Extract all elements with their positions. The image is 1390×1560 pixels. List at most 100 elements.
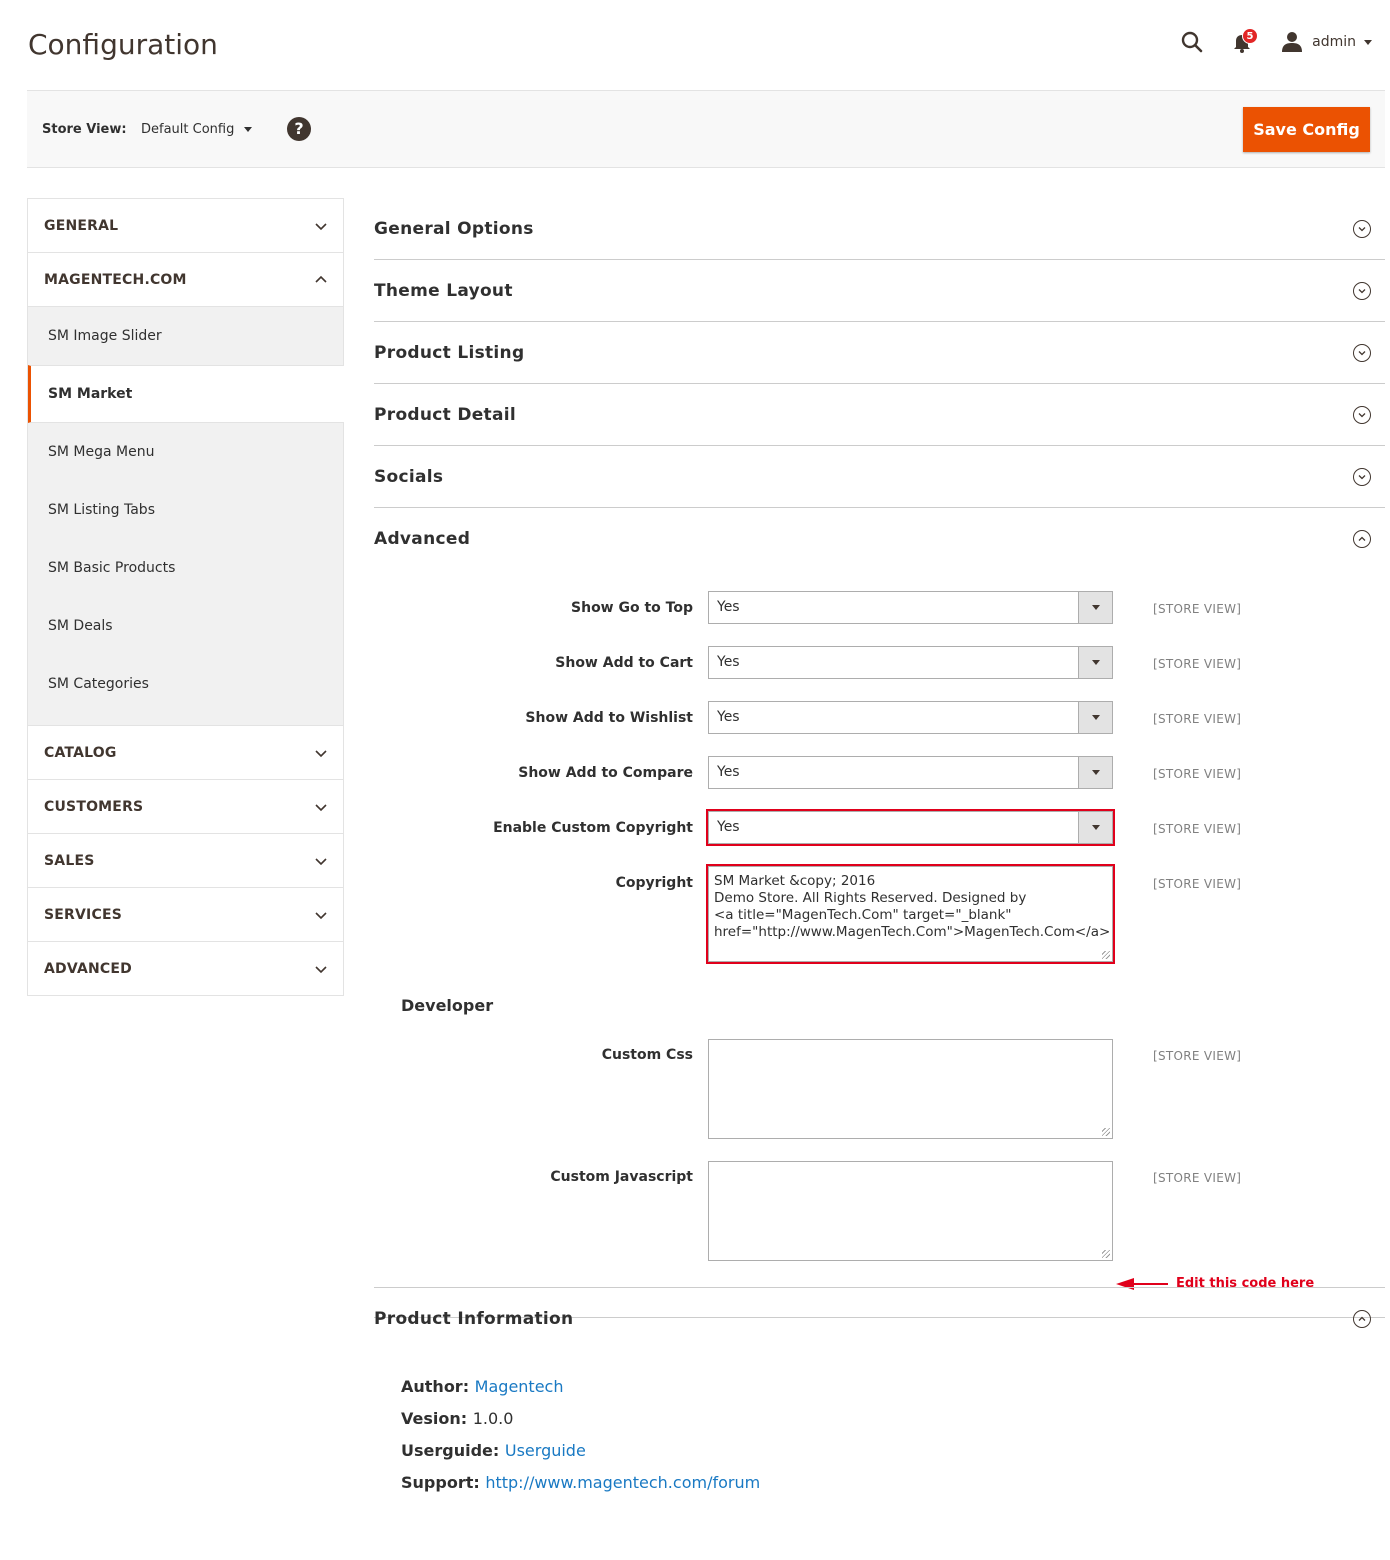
chevron-down-icon (315, 222, 327, 230)
sidebar-section-label: CUSTOMERS (44, 798, 144, 815)
expand-icon (1353, 219, 1371, 238)
sidebar-item-sm-market[interactable]: SM Market (28, 365, 344, 423)
info-userguide: Userguide: Userguide (401, 1440, 760, 1472)
field-label: Show Add to Cart (555, 655, 693, 671)
show-add-to-cart-select[interactable]: Yes (708, 646, 1113, 679)
field-label: Enable Custom Copyright (493, 820, 693, 836)
chevron-down-icon (1364, 39, 1372, 45)
config-sidebar: GENERAL MAGENTECH.COM SM Image Slider SM… (27, 198, 344, 996)
version-value: 1.0.0 (472, 1409, 514, 1428)
collapse-icon (1353, 530, 1371, 548)
show-go-to-top-select[interactable]: Yes (708, 591, 1113, 624)
sidebar-section-label: SALES (44, 852, 95, 869)
expand-icon (1353, 467, 1371, 486)
sidebar-item-sm-deals[interactable]: SM Deals (28, 597, 343, 655)
section-product-detail[interactable]: Product Detail (374, 384, 1385, 446)
section-title: Advanced (374, 529, 471, 549)
enable-custom-copyright-select[interactable]: Yes (706, 809, 1115, 846)
section-title: Socials (374, 466, 444, 487)
show-add-to-compare-select[interactable]: Yes (708, 756, 1113, 789)
chevron-down-icon (1078, 647, 1112, 678)
chevron-down-icon (315, 911, 327, 919)
section-socials[interactable]: Socials (374, 446, 1385, 508)
chevron-up-icon (315, 275, 327, 283)
resize-handle-icon[interactable] (1102, 951, 1110, 959)
section-product-listing[interactable]: Product Listing (374, 322, 1385, 384)
section-product-information[interactable]: Product Information (374, 1287, 1385, 1350)
field-label: Custom Javascript (550, 1169, 693, 1185)
sidebar-section-label: MAGENTECH.COM (44, 271, 187, 288)
section-title: General Options (374, 218, 534, 239)
select-value: Yes (717, 654, 740, 670)
user-menu[interactable]: admin (1280, 30, 1372, 54)
chevron-down-icon (315, 857, 327, 865)
chevron-down-icon (1078, 592, 1112, 623)
info-label: Support: (401, 1473, 480, 1492)
search-icon[interactable] (1180, 30, 1204, 54)
custom-javascript-textarea[interactable] (708, 1161, 1113, 1261)
sidebar-item-sm-categories[interactable]: SM Categories (28, 655, 343, 713)
chevron-down-icon (1078, 757, 1112, 788)
sidebar-section-customers[interactable]: CUSTOMERS (28, 780, 343, 834)
chevron-down-icon (244, 127, 253, 132)
select-value: Yes (717, 709, 740, 725)
info-label: Author: (401, 1377, 470, 1396)
store-view-switcher[interactable]: Default Config (141, 122, 253, 137)
support-link[interactable]: http://www.magentech.com/forum (485, 1473, 760, 1492)
sidebar-item-sm-listing-tabs[interactable]: SM Listing Tabs (28, 481, 343, 539)
sidebar-section-label: SERVICES (44, 906, 122, 923)
notification-badge: 5 (1242, 28, 1258, 44)
collapse-icon (1353, 1310, 1371, 1328)
help-icon[interactable]: ? (287, 117, 311, 141)
userguide-link[interactable]: Userguide (505, 1441, 586, 1460)
sidebar-section-label: ADVANCED (44, 960, 132, 977)
store-view-value: Default Config (141, 122, 235, 137)
chevron-down-icon (315, 749, 327, 757)
sidebar-section-magentech[interactable]: MAGENTECH.COM (28, 253, 343, 307)
section-theme-layout[interactable]: Theme Layout (374, 260, 1385, 322)
chevron-down-icon (315, 965, 327, 973)
sidebar-submenu: SM Image Slider SM Market SM Mega Menu S… (28, 307, 344, 726)
scope-label: [STORE VIEW] (1153, 877, 1242, 891)
store-view-label: Store View: (42, 122, 127, 137)
notifications-button[interactable]: 5 (1230, 28, 1258, 54)
expand-icon (1353, 405, 1371, 424)
chevron-down-icon (1078, 702, 1112, 733)
field-label: Copyright (615, 875, 693, 891)
sidebar-item-sm-mega-menu[interactable]: SM Mega Menu (28, 423, 343, 481)
expand-icon (1353, 281, 1371, 300)
resize-handle-icon[interactable] (1102, 1250, 1110, 1258)
copyright-textarea[interactable]: SM Market &copy; 2016 Demo Store. All Ri… (706, 864, 1115, 964)
sidebar-section-advanced[interactable]: ADVANCED (28, 942, 343, 996)
author-link[interactable]: Magentech (475, 1377, 564, 1396)
scope-label: [STORE VIEW] (1153, 822, 1242, 836)
custom-css-textarea[interactable] (708, 1039, 1113, 1139)
section-advanced[interactable]: Advanced (374, 508, 1385, 570)
scope-label: [STORE VIEW] (1153, 1171, 1242, 1185)
sidebar-section-sales[interactable]: SALES (28, 834, 343, 888)
show-add-to-wishlist-select[interactable]: Yes (708, 701, 1113, 734)
save-config-button[interactable]: Save Config (1243, 107, 1370, 152)
sidebar-section-catalog[interactable]: CATALOG (28, 726, 343, 780)
sidebar-section-services[interactable]: SERVICES (28, 888, 343, 942)
info-author: Author: Magentech (401, 1376, 760, 1408)
section-title: Product Information (374, 1309, 574, 1329)
user-name: admin (1312, 34, 1356, 50)
chevron-down-icon (1078, 812, 1112, 843)
field-label: Show Add to Compare (518, 765, 693, 781)
sidebar-item-sm-image-slider[interactable]: SM Image Slider (28, 307, 343, 365)
field-label: Custom Css (601, 1047, 693, 1063)
resize-handle-icon[interactable] (1102, 1128, 1110, 1136)
section-general-options[interactable]: General Options (374, 198, 1385, 260)
sidebar-item-sm-basic-products[interactable]: SM Basic Products (28, 539, 343, 597)
info-support: Support: http://www.magentech.com/forum (401, 1472, 760, 1504)
store-view-bar: Store View: Default Config ? Save Config (27, 90, 1385, 168)
section-title: Product Detail (374, 404, 517, 425)
sidebar-section-general[interactable]: GENERAL (28, 199, 343, 253)
expand-icon (1353, 343, 1371, 362)
scope-label: [STORE VIEW] (1153, 602, 1242, 616)
chevron-down-icon (315, 803, 327, 811)
scope-label: [STORE VIEW] (1153, 767, 1242, 781)
scope-label: [STORE VIEW] (1153, 657, 1242, 671)
developer-heading: Developer (401, 996, 494, 1015)
